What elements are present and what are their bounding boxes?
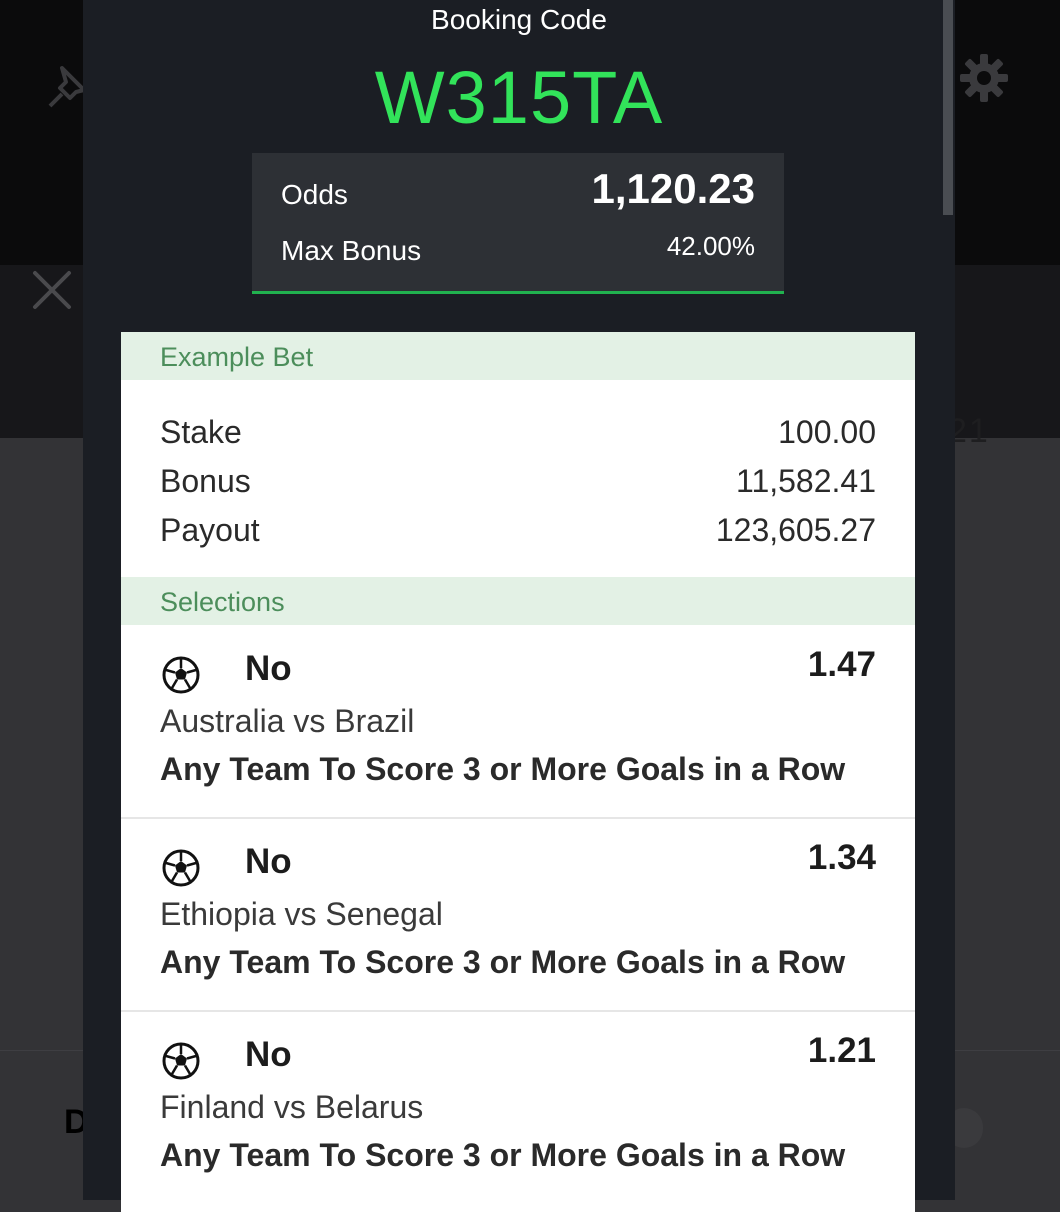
bonus-label: Bonus [160,463,251,499]
selection-item[interactable]: No 1.47 Australia vs Brazil Any Team To … [121,625,915,819]
odds-value: 1,120.23 [591,165,756,212]
selection-market: Any Team To Score 3 or More Goals in a R… [160,944,846,980]
odds-summary: Odds 1,120.23 Max Bonus 42.00% [252,153,784,294]
selection-item[interactable]: No 1.34 Ethiopia vs Senegal Any Team To … [121,818,915,1012]
bonus-value: 11,582.41 [736,463,876,499]
example-bet-title: Example Bet [160,342,314,372]
max-bonus-label: Max Bonus [281,235,422,266]
selection-item[interactable]: No 1.21 Finland vs Belarus Any Team To S… [121,1011,915,1203]
max-bonus-value: 42.00% [666,231,755,261]
soccer-ball-icon [162,849,200,887]
gear-icon[interactable] [958,52,1010,104]
booking-code-label: Booking Code [431,4,607,35]
selection-market: Any Team To Score 3 or More Goals in a R… [160,751,846,787]
selections-header: Selections [121,577,915,625]
selection-pick: No [245,842,292,881]
stake-value: 100.00 [778,414,876,450]
example-bet-header: Example Bet [121,332,915,380]
selection-pick: No [245,649,292,688]
selection-match: Finland vs Belarus [160,1089,424,1125]
bet-details-card: Example Bet Stake 100.00 Bonus 11,582.41… [121,332,915,1212]
payout-value: 123,605.27 [715,512,876,548]
selection-market: Any Team To Score 3 or More Goals in a R… [160,1137,846,1173]
close-icon[interactable] [30,268,74,312]
soccer-ball-icon [162,1042,200,1080]
stake-label: Stake [160,414,242,450]
selection-match: Australia vs Brazil [160,703,415,739]
payout-label: Payout [160,512,260,548]
booking-code-value: W315TA [374,56,664,139]
selection-odds: 1.21 [807,1031,876,1070]
soccer-ball-icon [162,656,200,694]
selection-odds: 1.34 [807,838,876,877]
selection-odds: 1.47 [807,645,876,684]
odds-label: Odds [281,179,348,210]
selection-pick: No [245,1035,292,1074]
selection-match: Ethiopia vs Senegal [160,896,443,932]
selections-title: Selections [160,587,285,617]
